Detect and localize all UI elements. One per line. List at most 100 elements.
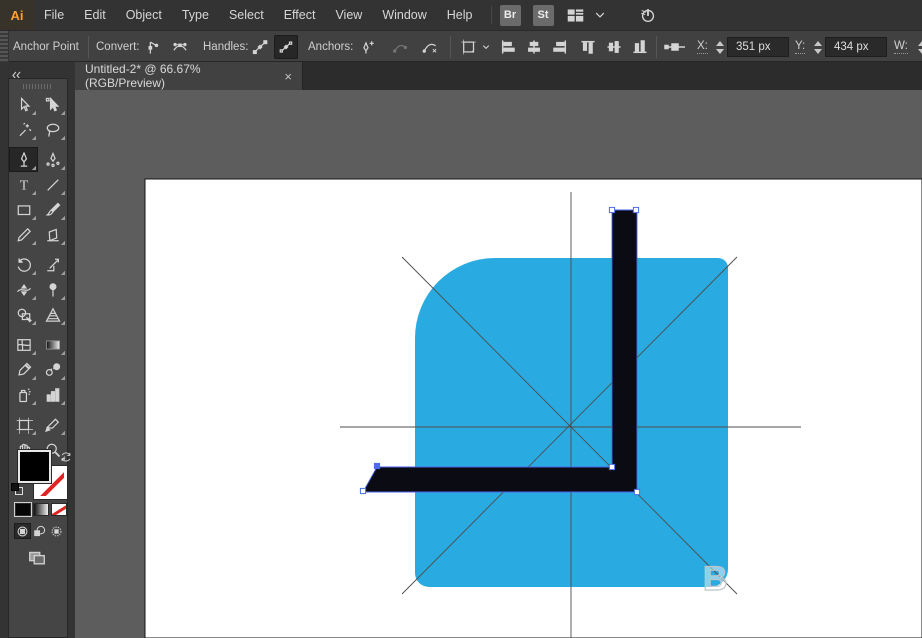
shaper-tool[interactable] (9, 222, 38, 247)
type-tool[interactable]: T (9, 172, 38, 197)
anchor-point[interactable] (359, 487, 367, 495)
pen-tool[interactable] (9, 147, 38, 172)
lasso-tool[interactable] (38, 117, 67, 142)
menu-window[interactable]: Window (372, 0, 436, 30)
align-right-button[interactable] (548, 35, 572, 59)
menu-help[interactable]: Help (437, 0, 483, 30)
align-horizontal-center-button[interactable] (522, 35, 546, 59)
artboard-tool[interactable] (9, 412, 38, 437)
artboard-options-button[interactable] (457, 35, 481, 59)
control-bar: Anchor Point Convert: Handles: Anchors: … (0, 30, 922, 63)
w-stepper[interactable] (918, 40, 922, 54)
slice-tool[interactable] (38, 412, 67, 437)
menu-edit[interactable]: Edit (74, 0, 116, 30)
paintbrush-tool[interactable] (38, 197, 67, 222)
connect-endpoints-button[interactable] (418, 35, 442, 59)
show-handles-button[interactable] (248, 35, 272, 59)
x-input[interactable]: 351 px (727, 37, 789, 57)
context-title: Anchor Point (13, 41, 79, 53)
panel-grip[interactable] (0, 31, 9, 63)
convert-to-smooth-button[interactable] (168, 35, 192, 59)
line-segment-tool[interactable] (38, 172, 67, 197)
illustrator-window: Ai File Edit Object Type Select Effect View Win… (0, 0, 922, 638)
magic-wand-tool[interactable] (9, 117, 38, 142)
bridge-button[interactable]: Br (499, 4, 521, 26)
workspace-switcher[interactable] (566, 5, 610, 25)
perspective-grid-tool[interactable] (38, 302, 67, 327)
app-logo: Ai (0, 0, 34, 30)
menu-object[interactable]: Object (116, 0, 172, 30)
paint-color-button[interactable] (15, 503, 31, 516)
w-label[interactable]: W: (894, 40, 908, 54)
rectangle-tool[interactable] (9, 197, 38, 222)
width-tool[interactable] (9, 277, 38, 302)
drawing-modes-row (14, 523, 65, 539)
paint-gradient-button[interactable] (33, 503, 49, 516)
menu-type[interactable]: Type (172, 0, 219, 30)
default-fill-stroke-icon[interactable] (11, 483, 23, 495)
divider (656, 36, 657, 58)
anchor-point[interactable] (632, 206, 640, 214)
x-stepper[interactable] (716, 40, 724, 54)
gradient-tool[interactable] (38, 332, 67, 357)
isolate-point-icon (663, 35, 687, 59)
paint-none-button[interactable] (51, 503, 67, 516)
canvas-area[interactable]: B (75, 90, 922, 638)
menu-select[interactable]: Select (219, 0, 274, 30)
document-tab[interactable]: Untitled-2* @ 66.67% (RGB/Preview) × (75, 62, 303, 90)
y-input[interactable]: 434 px (825, 37, 887, 57)
chevron-down-icon (590, 5, 610, 25)
menu-file[interactable]: File (34, 0, 74, 30)
add-anchor-button[interactable] (356, 35, 380, 59)
x-label[interactable]: X: (697, 40, 708, 54)
close-tab-icon[interactable]: × (284, 69, 292, 84)
puppet-warp-tool[interactable] (38, 277, 67, 302)
y-stepper[interactable] (814, 40, 822, 54)
scale-tool[interactable] (38, 252, 67, 277)
fill-stroke-controls (9, 447, 71, 637)
anchor-point[interactable] (608, 463, 616, 471)
symbol-sprayer-tool[interactable] (9, 382, 38, 407)
y-label[interactable]: Y: (795, 40, 806, 54)
eyedropper-tool[interactable] (9, 357, 38, 382)
hide-handles-button[interactable] (274, 35, 298, 59)
anchors-label: Anchors: (308, 41, 354, 53)
anchor-point[interactable] (608, 206, 616, 214)
align-bottom-button[interactable] (628, 35, 652, 59)
workspace-layout-icon (566, 5, 586, 25)
curvature-tool[interactable] (38, 147, 67, 172)
draw-inside-button[interactable] (48, 523, 65, 539)
eraser-tool[interactable] (38, 222, 67, 247)
convert-label: Convert: (96, 41, 140, 53)
shape-builder-tool[interactable] (9, 302, 38, 327)
power-plugin-icon[interactable] (638, 5, 658, 25)
draw-normal-button[interactable] (14, 523, 31, 539)
panel-drag-grip[interactable] (23, 82, 53, 90)
direct-selection-tool[interactable] (38, 92, 67, 117)
anchor-point[interactable] (633, 488, 641, 496)
chevron-down-icon (481, 37, 491, 57)
anchor-point-selected[interactable] (373, 462, 381, 470)
tools-panel: T (8, 78, 71, 638)
tools-dock: T (0, 78, 75, 638)
menu-effect[interactable]: Effect (274, 0, 326, 30)
draw-behind-button[interactable] (31, 523, 48, 539)
convert-to-corner-button[interactable] (140, 35, 164, 59)
fill-swatch[interactable] (18, 450, 51, 483)
column-graph-tool[interactable] (38, 382, 67, 407)
align-top-button[interactable] (576, 35, 600, 59)
mesh-tool[interactable] (9, 332, 38, 357)
menu-view[interactable]: View (325, 0, 372, 30)
selection-tool[interactable] (9, 92, 38, 117)
rotate-tool[interactable] (9, 252, 38, 277)
stock-button[interactable]: St (532, 4, 554, 26)
align-vertical-center-button[interactable] (602, 35, 626, 59)
swap-fill-stroke-icon[interactable] (56, 447, 76, 467)
paint-mode-row (15, 503, 67, 516)
blend-tool[interactable] (38, 357, 67, 382)
remove-anchor-button[interactable] (388, 35, 412, 59)
change-screen-mode-icon[interactable] (27, 547, 47, 567)
align-left-button[interactable] (496, 35, 520, 59)
divider (450, 36, 451, 58)
artboard-view[interactable]: B (75, 90, 922, 638)
